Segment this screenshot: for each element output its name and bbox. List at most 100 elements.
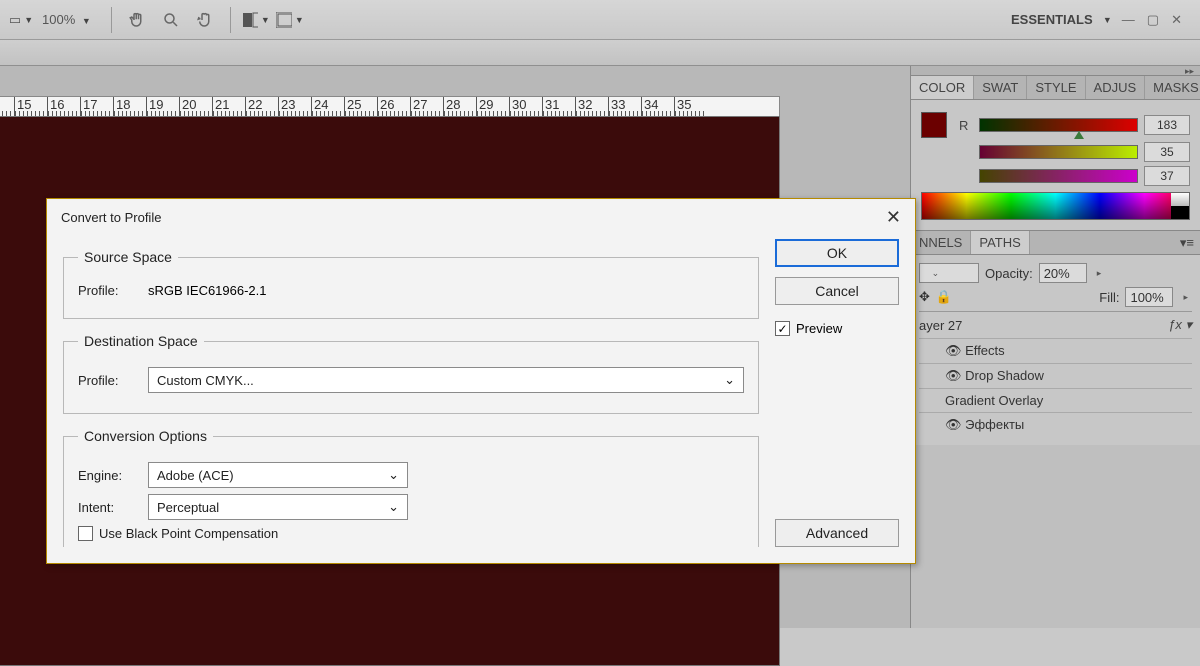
ruler-tick: 23 xyxy=(278,97,311,117)
ruler-tick: 20 xyxy=(179,97,212,117)
ruler-tick: 19 xyxy=(146,97,179,117)
effects-header-ru[interactable]: 👁 Эффекты xyxy=(919,412,1192,437)
panels-column: ▸▸ COLOR SWAT STYLE ADJUS MASKS ▾≡ R 183… xyxy=(910,66,1200,628)
intent-select[interactable]: Perceptual⌄ xyxy=(148,494,408,520)
ok-button[interactable]: OK xyxy=(775,239,899,267)
document-preset-dropdown[interactable]: ▭▼ xyxy=(7,6,35,34)
fill-input[interactable]: 100% xyxy=(1125,287,1173,307)
ruler-tick: 28 xyxy=(443,97,476,117)
layers-panel-tabs: NNELS PATHS ▾≡ xyxy=(911,231,1200,255)
zoom-tool-icon[interactable] xyxy=(157,6,185,34)
green-slider[interactable] xyxy=(979,145,1138,159)
separator xyxy=(230,7,231,33)
fill-stepper-icon[interactable]: ▸ xyxy=(1179,292,1192,303)
options-bar xyxy=(0,40,1200,66)
visibility-eye-icon[interactable]: 👁 xyxy=(945,343,962,358)
separator xyxy=(111,7,112,33)
ruler-tick: 33 xyxy=(608,97,641,117)
ruler-tick: 25 xyxy=(344,97,377,117)
zoom-level[interactable]: 100% ▼ xyxy=(42,12,91,27)
color-spectrum[interactable] xyxy=(921,192,1190,220)
opacity-input[interactable]: 20% xyxy=(1039,263,1087,283)
blue-value[interactable]: 37 xyxy=(1144,166,1190,186)
ruler-tick: 22 xyxy=(245,97,278,117)
close-icon[interactable]: ✕ xyxy=(1171,12,1182,28)
convert-to-profile-dialog: Convert to Profile ✕ Source Space Profil… xyxy=(46,198,916,564)
source-space-fieldset: Source Space Profile: sRGB IEC61966-2.1 xyxy=(63,249,759,319)
destination-space-legend: Destination Space xyxy=(78,333,204,349)
source-profile-value: sRGB IEC61966-2.1 xyxy=(148,283,267,298)
dialog-close-icon[interactable]: ✕ xyxy=(886,207,901,228)
ruler-tick: 16 xyxy=(47,97,80,117)
color-panel: R 183 35 37 xyxy=(911,100,1200,231)
checkbox-checked-icon[interactable]: ✓ xyxy=(775,321,790,336)
lock-icon[interactable]: 🔒 xyxy=(936,289,952,305)
tab-swatches[interactable]: SWAT xyxy=(974,76,1027,99)
preview-checkbox[interactable]: ✓ Preview xyxy=(775,321,899,336)
screen-mode-icon[interactable]: ▼ xyxy=(242,6,270,34)
channel-r-label: R xyxy=(959,118,973,133)
tab-channels[interactable]: NNELS xyxy=(911,231,971,254)
engine-label: Engine: xyxy=(78,468,138,483)
red-slider[interactable] xyxy=(979,118,1138,132)
ruler-tick: 26 xyxy=(377,97,410,117)
source-profile-label: Profile: xyxy=(78,283,138,298)
ruler-tick: 24 xyxy=(311,97,344,117)
ruler-tick: 35 xyxy=(674,97,707,117)
green-value[interactable]: 35 xyxy=(1144,142,1190,162)
panel-menu-icon[interactable]: ▾≡ xyxy=(1174,231,1200,254)
ruler-tick: 32 xyxy=(575,97,608,117)
source-space-legend: Source Space xyxy=(78,249,178,265)
ruler-tick: 14 xyxy=(0,97,14,117)
ruler-tick: 15 xyxy=(14,97,47,117)
conversion-options-fieldset: Conversion Options Engine: Adobe (ACE)⌄ … xyxy=(63,428,759,547)
conversion-options-legend: Conversion Options xyxy=(78,428,213,444)
effect-gradient-overlay[interactable]: Gradient Overlay xyxy=(919,388,1192,412)
blue-slider[interactable] xyxy=(979,169,1138,183)
ruler-tick: 30 xyxy=(509,97,542,117)
ruler-tick: 31 xyxy=(542,97,575,117)
visibility-eye-icon[interactable]: 👁 xyxy=(945,417,962,432)
opacity-label: Opacity: xyxy=(985,266,1033,281)
tab-adjustments[interactable]: ADJUS xyxy=(1086,76,1146,99)
restore-icon[interactable]: ▢ xyxy=(1147,12,1159,28)
color-panel-tabs: COLOR SWAT STYLE ADJUS MASKS ▾≡ xyxy=(911,76,1200,100)
ruler-tick: 18 xyxy=(113,97,146,117)
destination-space-fieldset: Destination Space Profile: Custom CMYK..… xyxy=(63,333,759,414)
ruler-tick: 17 xyxy=(80,97,113,117)
effects-header[interactable]: 👁 Effects xyxy=(919,338,1192,363)
tab-styles[interactable]: STYLE xyxy=(1027,76,1085,99)
minimize-icon[interactable]: — xyxy=(1122,12,1135,28)
layer-row[interactable]: ayer 27 ƒx ▾ xyxy=(919,311,1192,338)
fx-badge[interactable]: ƒx ▾ xyxy=(1168,317,1192,333)
effect-drop-shadow[interactable]: 👁 Drop Shadow xyxy=(919,363,1192,388)
blend-mode-select[interactable]: ⌄ xyxy=(919,263,979,283)
rotate-view-icon[interactable] xyxy=(191,6,219,34)
opacity-stepper-icon[interactable]: ▸ xyxy=(1093,268,1106,279)
arrange-documents-icon[interactable]: ▼ xyxy=(276,6,304,34)
panel-collapse-icon[interactable]: ▸▸ xyxy=(911,66,1200,76)
cancel-button[interactable]: Cancel xyxy=(775,277,899,305)
ruler-tick: 29 xyxy=(476,97,509,117)
hand-tool-icon[interactable] xyxy=(123,6,151,34)
move-lock-icon[interactable]: ✥ xyxy=(919,289,930,305)
red-value[interactable]: 183 xyxy=(1144,115,1190,135)
horizontal-ruler: 1415161718192021222324252627282930313233… xyxy=(0,96,780,118)
destination-profile-select[interactable]: Custom CMYK...⌄ xyxy=(148,367,744,393)
checkbox-icon[interactable] xyxy=(78,526,93,541)
fill-label: Fill: xyxy=(1099,290,1119,305)
layers-panel: ⌄ Opacity: 20% ▸ ✥ 🔒 Fill: 100% ▸ ayer 2… xyxy=(911,255,1200,445)
foreground-color-swatch[interactable] xyxy=(921,112,947,138)
intent-label: Intent: xyxy=(78,500,138,515)
top-toolbar: ▭▼ 100% ▼ ▼ ▼ ESSENTIALS ▼ — ▢ ✕ xyxy=(0,0,1200,40)
black-point-compensation-checkbox[interactable]: Use Black Point Compensation xyxy=(78,526,744,541)
layer-name: ayer 27 xyxy=(919,318,962,333)
tab-color[interactable]: COLOR xyxy=(911,76,974,99)
tab-paths[interactable]: PATHS xyxy=(971,231,1029,254)
dialog-title: Convert to Profile xyxy=(61,210,161,225)
engine-select[interactable]: Adobe (ACE)⌄ xyxy=(148,462,408,488)
advanced-button[interactable]: Advanced xyxy=(775,519,899,547)
visibility-eye-icon[interactable]: 👁 xyxy=(945,368,962,383)
workspace-switcher[interactable]: ESSENTIALS ▼ xyxy=(1011,12,1122,27)
tab-masks[interactable]: MASKS xyxy=(1145,76,1200,99)
